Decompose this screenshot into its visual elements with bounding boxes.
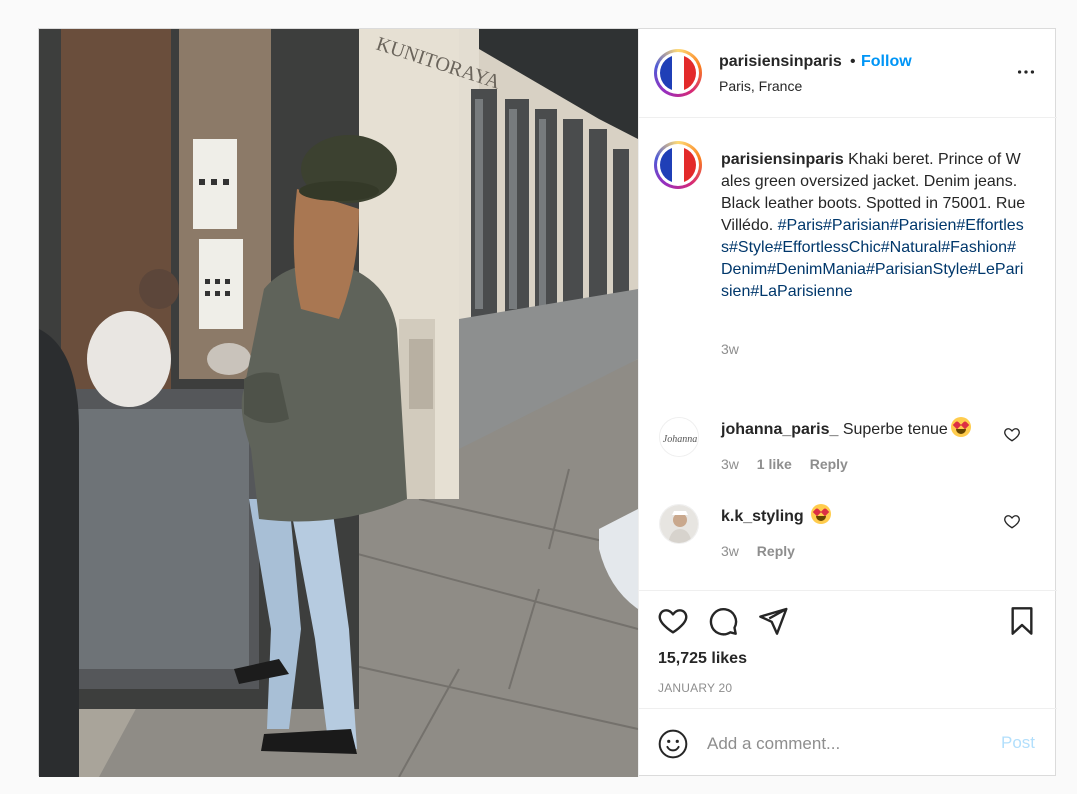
post-location[interactable]: Paris, France — [719, 78, 802, 94]
post-photo-image: KUNITORAYA — [39, 29, 638, 777]
share-send-icon[interactable] — [757, 605, 789, 637]
heart-eyes-emoji-icon — [811, 504, 832, 524]
comment-item: Johanna johanna_paris_ Superbe tenue 3w … — [639, 417, 1057, 497]
caption-time: 3w — [721, 341, 739, 357]
likes-count[interactable]: 15,725 likes — [658, 650, 747, 668]
comment-meta: 3w 1 like Reply — [721, 456, 862, 472]
comment-likes[interactable]: 1 like — [757, 456, 792, 472]
comments-list[interactable]: parisiensinparis Khaki beret. Prince of … — [639, 119, 1057, 589]
bookmark-save-icon[interactable] — [1006, 605, 1038, 637]
instagram-post: KUNITORAYA parisiensinparis • Follow Par… — [38, 28, 1057, 777]
comment-item: k.k_styling 3w Reply — [639, 504, 1057, 584]
commenter-avatar[interactable]: Johanna — [659, 417, 699, 457]
like-comment-heart-icon[interactable] — [1003, 425, 1021, 443]
post-actions: 15,725 likes JANUARY 20 — [639, 590, 1057, 708]
caption-username[interactable]: parisiensinparis — [721, 151, 844, 168]
comment-time: 3w — [721, 543, 739, 559]
caption-text: parisiensinparis Khaki beret. Prince of … — [721, 149, 1026, 303]
caption-avatar[interactable] — [654, 141, 702, 189]
author-username[interactable]: parisiensinparis — [719, 53, 842, 71]
post-header: parisiensinparis • Follow Paris, France — [639, 29, 1057, 118]
heart-eyes-emoji-icon — [950, 417, 971, 437]
french-flag-icon — [660, 55, 696, 91]
author-avatar[interactable] — [654, 49, 702, 97]
reply-button[interactable]: Reply — [810, 456, 848, 472]
comment-time: 3w — [721, 456, 739, 472]
emoji-smiley-icon[interactable] — [657, 728, 689, 760]
comment-body: Superbe tenue — [842, 421, 948, 438]
commenter-avatar[interactable] — [659, 504, 699, 544]
comment-bubble-icon[interactable] — [707, 605, 739, 637]
comment-username[interactable]: k.k_styling — [721, 508, 804, 525]
post-comment-button[interactable]: Post — [1001, 733, 1035, 753]
more-options-icon[interactable] — [1015, 61, 1037, 83]
add-comment-bar: Post — [639, 708, 1057, 777]
comment-text: johanna_paris_ Superbe tenue — [721, 417, 971, 439]
comment-text: k.k_styling — [721, 504, 832, 526]
comment-input[interactable] — [707, 731, 987, 757]
separator-dot: • — [850, 53, 856, 70]
french-flag-icon — [660, 147, 696, 183]
svg-text:Johanna: Johanna — [663, 434, 697, 445]
comment-username[interactable]: johanna_paris_ — [721, 421, 838, 438]
reply-button[interactable]: Reply — [757, 543, 795, 559]
post-date[interactable]: JANUARY 20 — [658, 681, 732, 695]
post-photo[interactable]: KUNITORAYA — [39, 29, 638, 777]
comment-meta: 3w Reply — [721, 543, 809, 559]
like-heart-icon[interactable] — [657, 605, 689, 637]
follow-button[interactable]: Follow — [861, 53, 912, 71]
like-comment-heart-icon[interactable] — [1003, 512, 1021, 530]
post-side-panel: parisiensinparis • Follow Paris, France … — [638, 29, 1057, 777]
